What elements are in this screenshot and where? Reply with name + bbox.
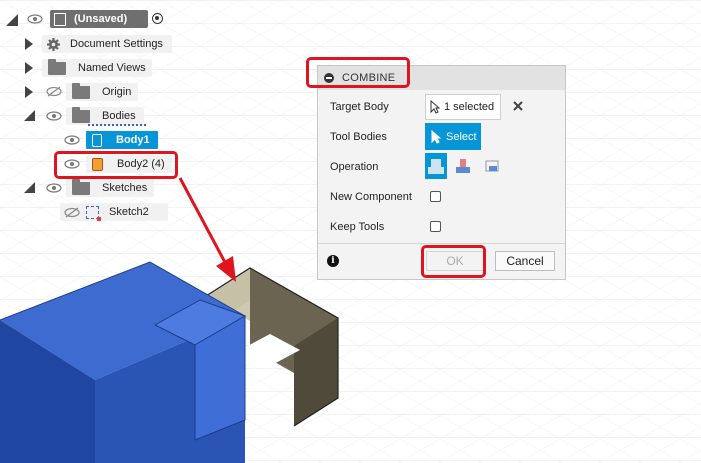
- tool-bodies-select-button[interactable]: Select: [425, 123, 481, 150]
- tree-root[interactable]: (Unsaved): [50, 10, 148, 28]
- sketch-icon: [86, 205, 101, 221]
- body-icon: [92, 133, 102, 147]
- new-component-checkbox[interactable]: [430, 191, 441, 202]
- new-component-label: New Component: [330, 191, 412, 203]
- cursor-arrow-icon: [430, 99, 441, 114]
- tree-item-label: Sketch2: [109, 206, 149, 218]
- folder-icon: [72, 106, 90, 123]
- tree-item-label: Bodies: [102, 110, 136, 122]
- tree-item-named-views[interactable]: Named Views: [42, 58, 152, 77]
- tree-item-bodies[interactable]: Bodies: [66, 106, 144, 125]
- activate-radio-icon[interactable]: [152, 13, 163, 24]
- tree-item-label: Body1: [116, 134, 150, 146]
- target-body-label: Target Body: [330, 101, 389, 113]
- highlight-body2: [54, 151, 178, 179]
- tool-bodies-label: Tool Bodies: [330, 131, 387, 143]
- expand-origin-icon[interactable]: [25, 86, 33, 98]
- dialog-footer-divider: [318, 243, 565, 244]
- operation-cut-icon[interactable]: [454, 157, 472, 175]
- tree-item-sketch2[interactable]: Sketch2: [60, 203, 168, 221]
- keep-tools-label: Keep Tools: [330, 221, 385, 233]
- tree-item-label: Document Settings: [70, 38, 163, 50]
- operation-join-icon[interactable]: [425, 153, 447, 179]
- collapse-bodies-icon[interactable]: [24, 110, 35, 121]
- tree-root-visibility-icon[interactable]: [27, 14, 43, 24]
- operation-label: Operation: [330, 161, 379, 173]
- cancel-button[interactable]: Cancel: [495, 251, 555, 271]
- tree-item-sketches[interactable]: Sketches: [66, 178, 154, 197]
- folder-icon: [72, 178, 90, 195]
- collapse-sketches-icon[interactable]: [24, 182, 35, 193]
- operation-intersect-icon[interactable]: [484, 158, 500, 174]
- bodies-dotted-underline: [88, 124, 146, 126]
- tree-item-label: Origin: [102, 86, 132, 98]
- hidden-eye-icon[interactable]: [46, 86, 62, 97]
- highlight-ok-button: [421, 245, 486, 278]
- folder-icon: [72, 82, 90, 99]
- tree-root-collapse-icon[interactable]: [6, 14, 18, 26]
- document-icon: [54, 12, 66, 26]
- tree-item-origin[interactable]: Origin: [66, 82, 138, 101]
- highlight-combine-title: [306, 57, 410, 88]
- expand-document-settings-icon[interactable]: [25, 38, 33, 50]
- select-label: Select: [446, 130, 477, 143]
- info-icon[interactable]: i: [327, 255, 339, 267]
- sketches-visibility-icon[interactable]: [46, 183, 62, 193]
- gear-icon: [47, 37, 60, 51]
- tree-item-body1[interactable]: Body1: [86, 131, 158, 149]
- target-body-selection[interactable]: 1 selected: [425, 94, 501, 120]
- keep-tools-checkbox[interactable]: [430, 221, 441, 232]
- expand-named-views-icon[interactable]: [25, 62, 33, 74]
- body1-visibility-icon[interactable]: [64, 135, 80, 145]
- folder-icon: [48, 58, 66, 75]
- cursor-arrow-icon: [431, 129, 442, 144]
- tree-root-label: (Unsaved): [74, 13, 128, 25]
- clear-selection-icon[interactable]: [512, 100, 524, 112]
- tree-item-label: Sketches: [102, 182, 148, 194]
- bodies-visibility-icon[interactable]: [46, 111, 62, 121]
- target-body-value: 1 selected: [444, 101, 495, 113]
- hidden-eye-icon: [64, 207, 80, 218]
- tree-item-document-settings[interactable]: Document Settings: [42, 35, 172, 53]
- tree-item-label: Named Views: [78, 62, 146, 74]
